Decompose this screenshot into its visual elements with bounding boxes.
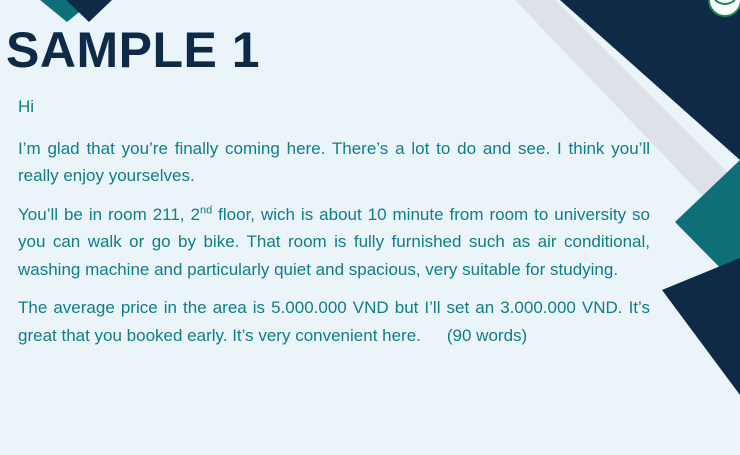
right-navy-diamond — [662, 258, 740, 395]
page-title: SAMPLE 1 — [6, 22, 261, 78]
greeting: Hi — [18, 97, 35, 116]
paragraph-2: You’ll be in room 211, 2nd floor, wich i… — [18, 201, 650, 284]
ordinal-suffix: nd — [199, 203, 213, 216]
logo-icon — [703, 0, 740, 18]
word-count: (90 words) — [446, 325, 528, 345]
paragraph-2-start: You’ll be in room 211, 2 — [18, 204, 200, 224]
paragraph-3-text: The average price in the area is 5.000.0… — [18, 298, 650, 345]
paragraph-1: I’m glad that you’re finally coming here… — [18, 138, 650, 186]
letter-body: Hi I’m glad that you’re finally coming h… — [18, 93, 650, 360]
paragraph-3: The average price in the area is 5.000.0… — [18, 294, 650, 349]
